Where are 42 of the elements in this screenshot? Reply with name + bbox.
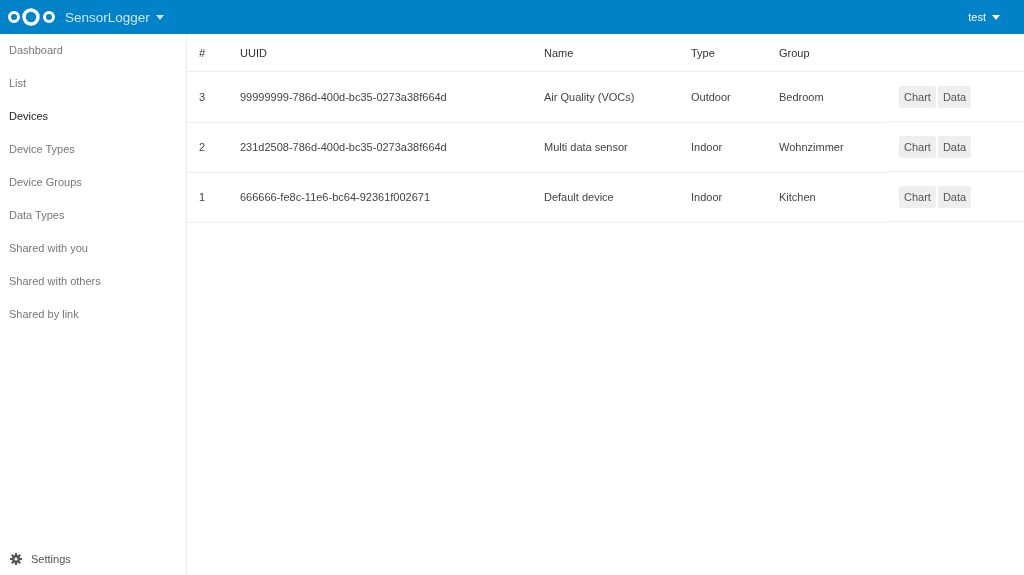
logo-icon[interactable] [7, 7, 57, 27]
caret-icon [992, 14, 1000, 20]
table-cell: Indoor [679, 122, 767, 172]
table-cell: Outdoor [679, 71, 767, 122]
settings-icon[interactable] [10, 553, 22, 565]
table-cell: Wohnzimmer [767, 122, 887, 172]
table-cell: 2 [187, 122, 228, 172]
column-header: Type [679, 34, 767, 72]
table-cell: 231d2508-786d-400d-bc35-0273a38f664d [228, 122, 532, 172]
table-cell: Indoor [679, 172, 767, 222]
table-cell: 99999999-786d-400d-bc35-0273a38f664d [228, 71, 532, 122]
sidebar-item[interactable]: List [0, 75, 186, 108]
chart-button[interactable]: Chart [899, 85, 936, 108]
table-cell: 3 [187, 71, 228, 122]
app-menu[interactable]: SensorLogger [65, 9, 150, 25]
column-header: UUID [228, 34, 532, 72]
table-cell: Bedroom [767, 71, 887, 122]
sidebar-item[interactable]: Shared with you [0, 240, 186, 273]
sidebar-item[interactable]: Data Types [0, 207, 186, 240]
sidebar-item[interactable]: Dashboard [0, 42, 186, 75]
caret-icon [155, 14, 164, 20]
table-cell: 666666-fe8c-11e6-bc64-92361f002671 [228, 172, 532, 222]
data-button[interactable]: Data [937, 85, 972, 108]
user-menu[interactable]: test [968, 11, 986, 23]
column-header: Group [767, 34, 887, 72]
settings-link[interactable]: Settings [31, 553, 71, 565]
sidebar-item[interactable]: Devices [0, 108, 186, 141]
sidebar-item[interactable]: Shared with others [0, 273, 186, 306]
column-header: Name [532, 34, 679, 72]
data-button[interactable]: Data [937, 135, 972, 158]
table-cell: Kitchen [767, 172, 887, 222]
sidebar-item[interactable]: Device Types [0, 141, 186, 174]
column-header: # [187, 34, 228, 72]
chart-button[interactable]: Chart [899, 185, 936, 208]
sidebar-item[interactable]: Shared by link [0, 306, 186, 339]
table-cell: Multi data sensor [532, 122, 679, 172]
chart-button[interactable]: Chart [899, 135, 936, 158]
table-cell: 1 [187, 172, 228, 222]
sidebar-item[interactable]: Device Groups [0, 174, 186, 207]
data-button[interactable]: Data [937, 185, 972, 208]
table-cell: Default device [532, 172, 679, 222]
table-cell: Air Quality (VOCs) [532, 71, 679, 122]
